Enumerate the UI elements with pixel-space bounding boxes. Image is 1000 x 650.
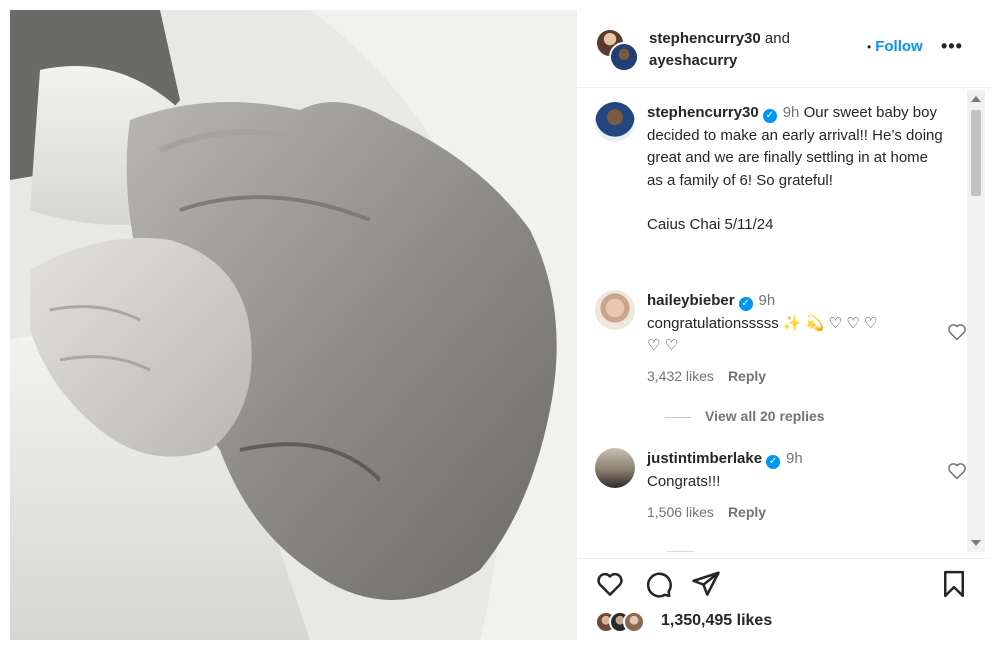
avatar[interactable] xyxy=(609,42,639,72)
avatar[interactable] xyxy=(595,102,635,142)
avatar[interactable] xyxy=(623,611,645,633)
follow-label: Follow xyxy=(875,38,923,55)
comments-list[interactable]: stephencurry30 ✓ 9h Our sweet baby boy dec… xyxy=(577,90,967,552)
comment-likes[interactable]: 1,506 likes xyxy=(647,504,714,520)
verified-badge-icon: ✓ xyxy=(766,455,781,469)
separator-dot: • xyxy=(867,40,872,54)
collab-authors: stephencurry30 and ayeshacurry xyxy=(649,28,839,72)
comments-scrollbar[interactable] xyxy=(967,90,985,552)
like-comment-heart-icon[interactable] xyxy=(947,322,967,342)
baby-hand-photo xyxy=(10,10,576,640)
scrollbar-thumb[interactable] xyxy=(971,110,981,196)
bookmark-icon[interactable] xyxy=(939,569,969,599)
verified-badge-icon: ✓ xyxy=(738,297,753,311)
comment-meta: 1,506 likes Reply xyxy=(647,504,766,520)
comment-body: justintimberlake ✓ 9h Congrats!!! xyxy=(647,448,947,493)
comment-username[interactable]: haileybieber xyxy=(647,292,735,309)
scroll-up-arrow-icon[interactable] xyxy=(971,96,981,102)
comment-text: Congrats!!! xyxy=(647,472,721,490)
comment-text: congratulationsssss xyxy=(647,314,779,332)
post-caption: stephencurry30 ✓ 9h Our sweet baby boy dec… xyxy=(595,102,955,272)
more-horizontal-icon[interactable]: ••• xyxy=(941,36,967,56)
comment-meta: 3,432 likes Reply xyxy=(647,368,766,384)
post-photo[interactable] xyxy=(10,10,576,640)
collab-avatars[interactable] xyxy=(595,28,641,74)
comment-likes[interactable]: 3,432 likes xyxy=(647,368,714,384)
likes-summary: 1,350,495 likes xyxy=(595,609,975,637)
avatar[interactable] xyxy=(595,448,635,488)
follow-button[interactable]: • Follow xyxy=(867,38,923,55)
share-icon[interactable] xyxy=(691,569,721,599)
verified-badge-icon: ✓ xyxy=(762,109,777,123)
author-joiner: and xyxy=(764,30,790,47)
comment-icon[interactable] xyxy=(643,569,673,599)
comment-emojis: ♡ ♡ xyxy=(647,337,679,354)
comment-username[interactable]: justintimberlake xyxy=(647,450,762,467)
view-replies-button[interactable]: View all 20 replies xyxy=(665,408,825,424)
post-sidebar: stephencurry30 and ayeshacurry • Follow •… xyxy=(576,10,991,640)
likes-count[interactable]: 1,350,495 likes xyxy=(661,612,772,630)
avatar[interactable] xyxy=(595,290,635,330)
like-comment-heart-icon[interactable] xyxy=(947,461,967,481)
comment-time[interactable]: 9h xyxy=(786,450,803,467)
author-username[interactable]: ayeshacurry xyxy=(649,52,737,69)
truncated-replies-link[interactable]: —— xyxy=(667,544,695,552)
caption-signoff: Caius Chai 5/11/24 xyxy=(647,216,774,233)
author-username[interactable]: stephencurry30 xyxy=(649,30,761,47)
scroll-down-arrow-icon[interactable] xyxy=(971,540,981,546)
comment-item: justintimberlake ✓ 9h Congrats!!! 1,506 li… xyxy=(595,448,966,538)
comment-time[interactable]: 9h xyxy=(759,292,776,309)
heart-icon[interactable] xyxy=(595,569,625,599)
post-header: stephencurry30 and ayeshacurry • Follow •… xyxy=(577,10,991,88)
reply-button[interactable]: Reply xyxy=(728,504,766,520)
caption-username[interactable]: stephencurry30 xyxy=(647,104,759,121)
post-actions: 1,350,495 likes xyxy=(577,558,991,640)
caption-time[interactable]: 9h xyxy=(783,104,800,121)
comment-emojis: ✨ 💫 ♡ ♡ ♡ xyxy=(782,314,878,332)
comment-body: haileybieber ✓ 9h congratulationsssss ✨ 💫 … xyxy=(647,290,932,358)
reply-button[interactable]: Reply xyxy=(728,368,766,384)
replies-divider xyxy=(665,416,691,418)
caption-body: stephencurry30 ✓ 9h Our sweet baby boy dec… xyxy=(647,102,947,237)
comment-item: haileybieber ✓ 9h congratulationsssss ✨ 💫 … xyxy=(595,290,966,440)
view-replies-label: View all 20 replies xyxy=(705,408,825,424)
